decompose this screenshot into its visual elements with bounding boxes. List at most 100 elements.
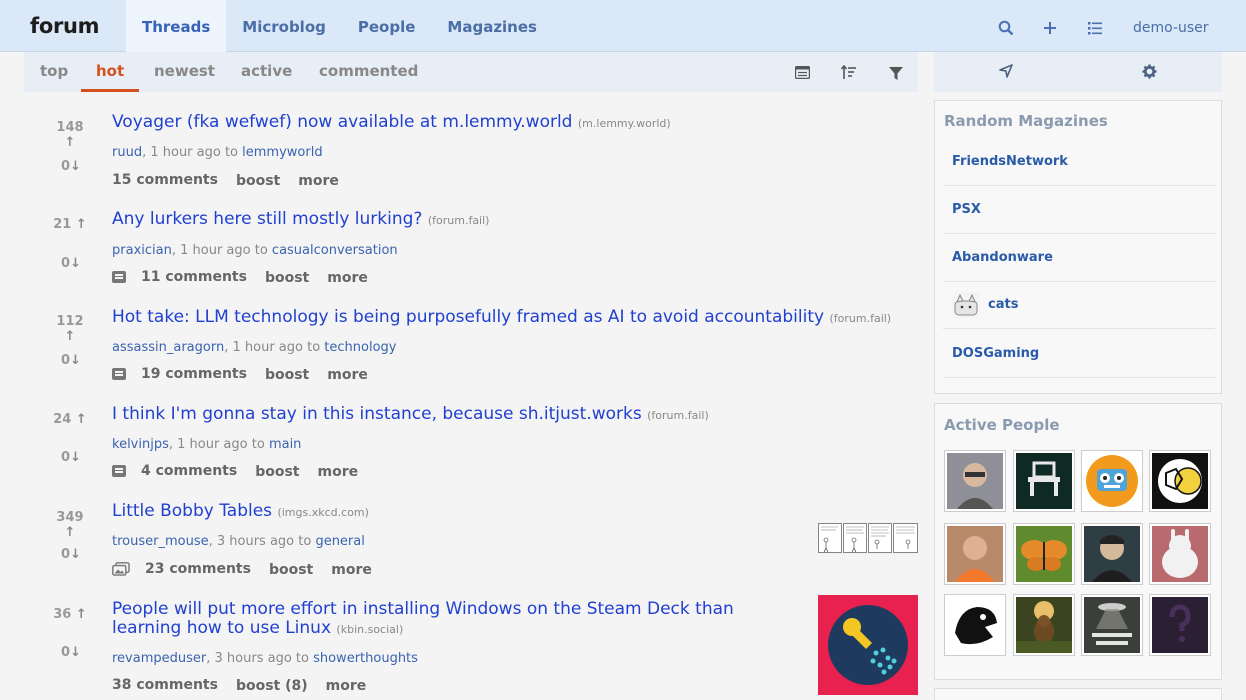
- comments-link[interactable]: 15 comments: [112, 172, 218, 188]
- nav-threads[interactable]: Threads: [126, 0, 227, 52]
- post-actions: 19 comments boost more: [112, 365, 368, 383]
- nav-magazines[interactable]: Magazines: [431, 0, 553, 52]
- comments-link[interactable]: 23 comments: [145, 561, 251, 577]
- post-title-text[interactable]: People will put more effort in installin…: [112, 599, 734, 638]
- nav-microblog[interactable]: Microblog: [226, 0, 342, 52]
- post-magazine[interactable]: lemmyworld: [242, 145, 322, 160]
- more-button[interactable]: more: [326, 678, 367, 694]
- magazine-name[interactable]: cats: [988, 297, 1018, 312]
- post-magazine[interactable]: showerthoughts: [313, 651, 418, 666]
- person-avatar[interactable]: [1013, 594, 1075, 656]
- more-button[interactable]: more: [318, 464, 359, 480]
- site-logo[interactable]: forum: [30, 14, 100, 38]
- boost-button[interactable]: boost: [265, 367, 309, 383]
- pin-icon[interactable]: [999, 64, 1013, 78]
- magazine-link[interactable]: cats: [943, 281, 1215, 329]
- person-avatar[interactable]: [1013, 450, 1075, 512]
- post-title[interactable]: Voyager (fka wefwef) now available at m.…: [112, 113, 671, 133]
- person-avatar[interactable]: [1081, 594, 1143, 656]
- post-title[interactable]: People will put more effort in installin…: [112, 600, 792, 639]
- upvote-button[interactable]: 21 ↑: [50, 217, 90, 232]
- downvote-button[interactable]: 0↓: [56, 645, 86, 660]
- person-avatar[interactable]: [944, 450, 1006, 512]
- user-menu[interactable]: demo-user: [1133, 20, 1209, 36]
- more-button[interactable]: more: [327, 270, 368, 286]
- post-magazine[interactable]: general: [315, 534, 364, 549]
- comments-link[interactable]: 11 comments: [141, 269, 247, 285]
- downvote-button[interactable]: 0↓: [56, 353, 86, 368]
- post-thumbnail[interactable]: [818, 595, 918, 695]
- post-title-text[interactable]: Hot take: LLM technology is being purpos…: [112, 307, 824, 327]
- comments-link[interactable]: 38 comments: [112, 677, 218, 693]
- post-domain: (forum.fail): [427, 214, 490, 227]
- boost-button[interactable]: boost (8): [236, 678, 308, 694]
- magazine-link[interactable]: PSX: [943, 186, 1215, 234]
- more-button[interactable]: more: [298, 173, 339, 189]
- boost-button[interactable]: boost: [255, 464, 299, 480]
- post-author[interactable]: praxician: [112, 243, 172, 258]
- boost-button[interactable]: boost: [236, 173, 280, 189]
- post-title-text[interactable]: Voyager (fka wefwef) now available at m.…: [112, 112, 572, 132]
- post-title-text[interactable]: Little Bobby Tables: [112, 501, 272, 521]
- person-avatar[interactable]: [1081, 450, 1143, 512]
- post-magazine[interactable]: main: [269, 437, 301, 452]
- add-icon[interactable]: [1042, 20, 1058, 36]
- sort-order-icon[interactable]: [841, 65, 857, 80]
- post-title-text[interactable]: I think I'm gonna stay in this instance,…: [112, 404, 642, 424]
- post-author[interactable]: trouser_mouse: [112, 534, 209, 549]
- downvote-button[interactable]: 0↓: [56, 547, 86, 562]
- boost-button[interactable]: boost: [269, 562, 313, 578]
- more-button[interactable]: more: [331, 562, 372, 578]
- main-nav: Threads Microblog People Magazines: [126, 0, 553, 52]
- magazine-link[interactable]: Abandonware: [943, 234, 1215, 282]
- upvote-count: 112: [56, 314, 84, 329]
- post-author[interactable]: revampeduser: [112, 651, 206, 666]
- person-avatar[interactable]: [1149, 594, 1211, 656]
- sort-newest[interactable]: newest: [154, 52, 215, 92]
- more-button[interactable]: more: [327, 367, 368, 383]
- post-title-text[interactable]: Any lurkers here still mostly lurking?: [112, 209, 422, 229]
- post-thumbnail[interactable]: [818, 523, 918, 553]
- upvote-button[interactable]: 349 ↑: [50, 510, 90, 540]
- comments-link[interactable]: 4 comments: [141, 463, 237, 479]
- nav-people[interactable]: People: [342, 0, 432, 52]
- upvote-button[interactable]: 112 ↑: [50, 314, 90, 344]
- sort-commented[interactable]: commented: [319, 52, 418, 92]
- post-title[interactable]: Any lurkers here still mostly lurking? (…: [112, 210, 489, 230]
- person-avatar[interactable]: [1149, 523, 1211, 585]
- magazine-link[interactable]: DOSGaming: [943, 330, 1215, 378]
- sort-hot[interactable]: hot: [81, 52, 140, 92]
- post-actions: 11 comments boost more: [112, 268, 368, 286]
- upvote-button[interactable]: 36 ↑: [50, 607, 90, 622]
- upvote-button[interactable]: 24 ↑: [50, 412, 90, 427]
- view-layout-icon[interactable]: [795, 66, 810, 79]
- post-title[interactable]: I think I'm gonna stay in this instance,…: [112, 405, 709, 425]
- upvote-button[interactable]: 148 ↑: [50, 120, 90, 150]
- sort-top[interactable]: top: [40, 52, 68, 92]
- post-magazine[interactable]: technology: [324, 340, 396, 355]
- post-magazine[interactable]: casualconversation: [272, 243, 398, 258]
- person-avatar[interactable]: [944, 523, 1006, 585]
- magazine-link[interactable]: FriendsNetwork: [943, 138, 1215, 186]
- upvote-count: 21: [53, 217, 72, 232]
- post-author[interactable]: kelvinjps: [112, 437, 169, 452]
- post-author[interactable]: ruud: [112, 145, 142, 160]
- boost-button[interactable]: boost: [265, 270, 309, 286]
- person-avatar[interactable]: [944, 594, 1006, 656]
- person-avatar[interactable]: [1081, 523, 1143, 585]
- search-icon[interactable]: [998, 20, 1014, 36]
- post-author[interactable]: assassin_aragorn: [112, 340, 224, 355]
- downvote-button[interactable]: 0↓: [56, 159, 86, 174]
- gear-icon[interactable]: [1142, 64, 1157, 79]
- person-avatar[interactable]: [1013, 523, 1075, 585]
- sort-active[interactable]: active: [241, 52, 292, 92]
- post-title[interactable]: Hot take: LLM technology is being purpos…: [112, 308, 891, 328]
- person-avatar[interactable]: [1149, 450, 1211, 512]
- list-icon[interactable]: [1087, 20, 1103, 36]
- filter-icon[interactable]: [889, 67, 903, 80]
- downvote-button[interactable]: 0↓: [56, 256, 86, 271]
- post-title[interactable]: Little Bobby Tables (imgs.xkcd.com): [112, 502, 369, 522]
- comments-link[interactable]: 19 comments: [141, 366, 247, 382]
- downvote-button[interactable]: 0↓: [56, 450, 86, 465]
- downvote-count: 0: [61, 450, 71, 465]
